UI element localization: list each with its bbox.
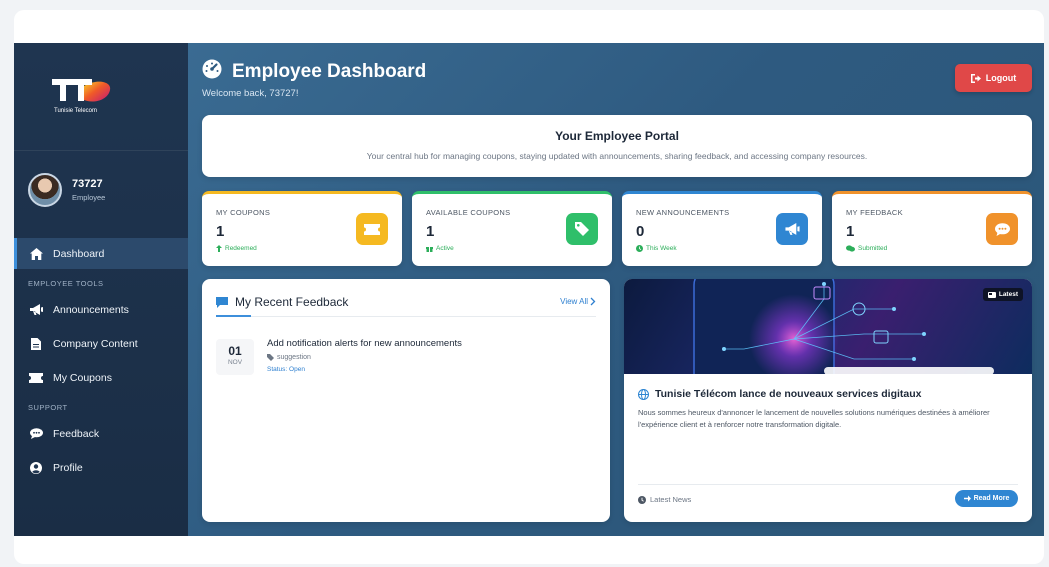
stat-note: This Week [636,245,677,252]
date-badge: 01 NOV [216,339,254,375]
file-icon [29,337,43,351]
stat-label: MY COUPONS [216,208,271,217]
portal-title: Your Employee Portal [555,129,679,143]
nav-section-support: SUPPORT [28,402,68,412]
logout-button[interactable]: Logout [955,64,1032,92]
sidebar-nav: Dashboard EMPLOYEE TOOLS Announcements C… [14,238,188,486]
megaphone-icon [776,213,808,245]
user-name: 73727 [72,178,103,190]
tag-icon [566,213,598,245]
arrow-right-icon [963,495,971,502]
sign-out-icon [970,73,981,83]
news-body: Nous sommes heureux d'annoncer le lancem… [638,408,990,429]
sidebar: Tunisie Telecom 73727 Employee Dashboard… [14,43,188,536]
sidebar-item-my-coupons[interactable]: My Coupons [14,362,188,393]
sidebar-item-label: Profile [53,461,83,474]
page-title-text: Employee Dashboard [232,61,427,82]
read-more-button[interactable]: Read More [955,490,1018,507]
sidebar-item-label: Feedback [53,427,100,440]
browser-frame: Tunisie Telecom 73727 Employee Dashboard… [14,10,1044,564]
ticket-icon [29,371,43,385]
news-footer: Latest News [638,495,691,504]
brand-logo[interactable]: Tunisie Telecom [14,43,188,151]
comments-icon [29,427,43,441]
ticket-icon [356,213,388,245]
latest-badge: Latest [982,288,1023,301]
title-underline [216,315,251,317]
megaphone-icon [29,303,43,317]
feedback-category: suggestion [267,354,311,361]
user-circle-icon [29,461,43,475]
logout-label: Logout [985,73,1017,83]
sidebar-item-feedback[interactable]: Feedback [14,418,188,449]
stat-value: 0 [636,223,645,240]
stat-card-available-coupons[interactable]: AVAILABLE COUPONS 1 Active [412,191,612,266]
globe-icon [638,388,649,400]
sidebar-item-label: My Coupons [53,371,112,384]
view-all-link[interactable]: View All [560,297,596,306]
news-image[interactable]: Latest [624,279,1032,374]
comment-alt-icon [216,296,228,308]
sidebar-item-announcements[interactable]: Announcements [14,294,188,325]
home-icon [29,247,43,261]
user-role: Employee [72,193,106,202]
sidebar-item-profile[interactable]: Profile [14,452,188,483]
card-title: My Recent Feedback [216,295,348,309]
divider [638,484,1018,485]
sidebar-item-dashboard[interactable]: Dashboard [14,238,188,269]
feedback-status: Status: Open [267,366,305,373]
comment-icon [986,213,1018,245]
stats-row: MY COUPONS 1 Redeemed AVAILABLE COUPONS … [202,191,1032,266]
recent-feedback-card: My Recent Feedback View All 01 NOV Add n… [202,279,610,522]
stat-label: NEW ANNOUNCEMENTS [636,208,730,217]
stat-note: Submitted [846,245,887,252]
sidebar-item-company-content[interactable]: Company Content [14,328,188,359]
date-month: NOV [227,359,243,366]
stat-card-my-coupons[interactable]: MY COUPONS 1 Redeemed [202,191,402,266]
page-title: Employee Dashboard [202,59,426,85]
arrow-up-icon [216,245,222,252]
stat-note: Active [426,245,454,252]
portal-subtitle: Your central hub for managing coupons, s… [366,151,868,161]
nav-section-employee-tools: EMPLOYEE TOOLS [28,278,104,288]
newspaper-icon [987,291,996,298]
stat-label: MY FEEDBACK [846,208,903,217]
chevron-right-icon [590,297,596,306]
clock-icon [636,245,643,252]
logo-text: Tunisie Telecom [54,108,98,114]
welcome-text: Welcome back, 73727! [202,88,299,99]
stat-value: 1 [846,223,855,240]
digital-network-illustration [693,279,994,374]
stat-value: 1 [426,223,435,240]
divider [216,316,596,317]
user-profile[interactable]: 73727 Employee [28,173,105,207]
tt-logo-icon [52,79,111,102]
stat-value: 1 [216,223,225,240]
sidebar-item-label: Announcements [53,303,129,316]
feedback-title: Add notification alerts for new announce… [267,338,462,349]
news-title[interactable]: Tunisie Télécom lance de nouveaux servic… [638,388,922,400]
gift-icon [426,247,433,252]
stat-label: AVAILABLE COUPONS [426,208,511,217]
stat-note: Redeemed [216,245,257,252]
app-window: Tunisie Telecom 73727 Employee Dashboard… [14,43,1044,536]
news-card: Latest Tunisie Télécom lance de nouveaux… [624,279,1032,522]
comments-icon [846,245,855,252]
date-day: 01 [228,344,242,358]
tachometer-icon [202,59,222,85]
sidebar-item-label: Company Content [53,337,138,350]
tag-icon [267,354,274,361]
stat-card-new-announcements[interactable]: NEW ANNOUNCEMENTS 0 This Week [622,191,822,266]
main-content: Employee Dashboard Welcome back, 73727! … [188,43,1044,536]
stat-card-my-feedback[interactable]: MY FEEDBACK 1 Submitted [832,191,1032,266]
avatar [28,173,62,207]
sidebar-item-label: Dashboard [53,247,105,260]
portal-banner: Your Employee Portal Your central hub fo… [202,115,1032,177]
clock-icon [638,495,646,504]
